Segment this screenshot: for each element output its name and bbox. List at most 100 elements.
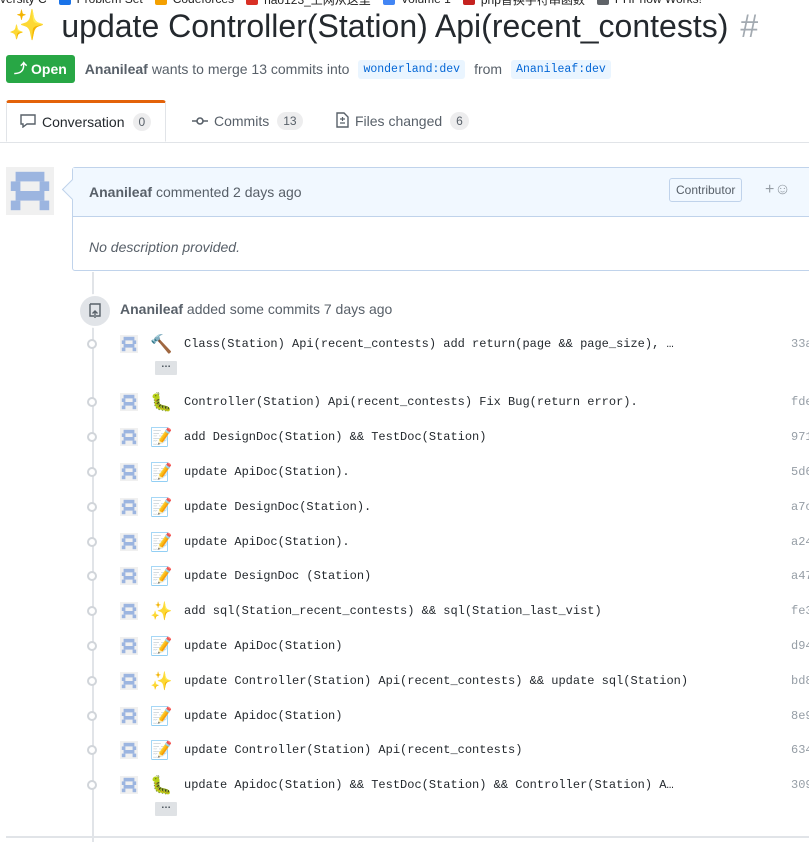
avatar[interactable] — [120, 672, 138, 690]
bookmark-label: Codeforces — [173, 0, 234, 6]
pull-request-icon: ⤴ — [14, 61, 28, 76]
avatar[interactable] — [120, 498, 138, 516]
commit-message-link[interactable]: update Controller(Station) Api(recent_co… — [184, 674, 688, 688]
commit-message-link[interactable]: update DesignDoc(Station). — [184, 500, 371, 514]
divider — [6, 836, 809, 838]
commit-dot-icon — [87, 711, 97, 721]
bookmark-label: versity C — [0, 0, 47, 6]
head-branch[interactable]: Ananileaf:dev — [511, 59, 611, 79]
bookmark-item[interactable]: PHPnow Works! — [596, 0, 702, 6]
tab-label: Conversation — [42, 114, 125, 130]
bookmark-favicon-icon — [154, 0, 167, 5]
tab-conversation[interactable]: Conversation 0 — [6, 100, 167, 142]
commit-message-link[interactable]: add DesignDoc(Station) && TestDoc(Statio… — [184, 430, 486, 444]
commit-message-link[interactable]: update ApiDoc(Station). — [184, 535, 350, 549]
bookmark-label: php替换字符串函数 — [481, 0, 585, 8]
memo-icon: 📝 — [150, 740, 173, 760]
avatar[interactable] — [120, 428, 138, 446]
commit-icon — [192, 113, 208, 129]
commit-message-link[interactable]: update ApiDoc(Station) — [184, 639, 342, 653]
comment-author-link[interactable]: Ananileaf — [89, 184, 152, 200]
commit-sha-link[interactable]: bd8 — [791, 674, 809, 688]
memo-icon: 📝 — [150, 497, 173, 517]
avatar[interactable] — [120, 533, 138, 551]
base-branch[interactable]: wonderland:dev — [358, 59, 466, 79]
commit-sha-link[interactable]: 634 — [791, 743, 809, 757]
commit-message-link[interactable]: update Apidoc(Station) — [184, 709, 342, 723]
push-action: added some commits 7 days ago — [186, 301, 393, 317]
comment-header: Ananileaf commented 2 days ago Contribut… — [61, 168, 809, 217]
commit-sha-link[interactable]: fe3 — [791, 604, 809, 618]
commit-dot-icon — [87, 676, 97, 686]
memo-icon: 📝 — [150, 427, 173, 447]
tab-files-changed[interactable]: Files changed 6 — [336, 100, 469, 142]
avatar[interactable] — [6, 167, 54, 215]
pr-meta: ⤴ Open Ananileaf wants to merge 13 commi… — [6, 55, 616, 83]
bookmark-favicon-icon — [246, 0, 259, 5]
comment-timestamp: commented 2 days ago — [156, 184, 302, 200]
commit-row: ✨ add sql(Station_recent_contests) && sql… — [0, 601, 809, 622]
commit-message-link[interactable]: update ApiDoc(Station). — [184, 465, 350, 479]
bookmark-favicon-icon — [462, 0, 475, 5]
commit-message-link[interactable]: update Apidoc(Station) && TestDoc(Statio… — [184, 778, 674, 792]
memo-icon: 📝 — [150, 566, 173, 586]
commit-sha-link[interactable]: 33a — [791, 337, 809, 351]
commit-row: 📝 update Controller(Station) Api(recent_c… — [0, 740, 809, 761]
tab-label: Commits — [214, 113, 270, 129]
commit-dot-icon — [87, 606, 97, 616]
commit-sha-link[interactable]: 8e9 — [791, 709, 809, 723]
bookmark-item[interactable]: php替换字符串函数 — [462, 0, 585, 8]
bookmark-item[interactable]: versity C — [0, 0, 47, 6]
bookmark-item[interactable]: Volume 1 — [382, 0, 451, 6]
memo-icon: 📝 — [150, 636, 173, 656]
bookmark-item[interactable]: Problem Set — [58, 0, 143, 6]
commit-sha-link[interactable]: a24 — [791, 535, 809, 549]
commit-row: 🔨 Class(Station) Api(recent_contests) add… — [0, 334, 809, 355]
pr-author-link[interactable]: Ananileaf — [85, 61, 148, 77]
commit-dot-icon — [87, 780, 97, 790]
commit-row: 📝 update DesignDoc (Station) a47 — [0, 566, 809, 587]
commit-message-link[interactable]: add sql(Station_recent_contests) && sql(… — [184, 604, 602, 618]
commit-message-link[interactable]: update Controller(Station) Api(recent_co… — [184, 743, 522, 757]
commit-sha-link[interactable]: a7c — [791, 500, 809, 514]
commit-message-link[interactable]: Controller(Station) Api(recent_contests)… — [184, 395, 638, 409]
tab-counter: 0 — [132, 113, 152, 131]
commit-sha-link[interactable]: 309 — [791, 778, 809, 792]
avatar[interactable] — [120, 335, 138, 353]
bookmark-item[interactable]: hao123_上网从这里 — [246, 0, 371, 8]
commit-row: 🐛 Controller(Station) Api(recent_contests… — [0, 392, 809, 413]
commit-message-link[interactable]: Class(Station) Api(recent_contests) add … — [184, 337, 674, 351]
tab-commits[interactable]: Commits 13 — [192, 100, 303, 142]
commit-dot-icon — [87, 397, 97, 407]
commit-dot-icon — [87, 467, 97, 477]
memo-icon: 📝 — [150, 462, 173, 482]
bookmark-item[interactable]: Codeforces — [154, 0, 234, 6]
commit-sha-link[interactable]: d94 — [791, 639, 809, 653]
repo-push-icon — [78, 294, 112, 328]
bookmarks-bar: versity C Problem Set Codeforces hao123_上网从… — [0, 0, 809, 7]
page-title: update Controller(Station) Api(recent_co… — [61, 8, 729, 44]
avatar[interactable] — [120, 741, 138, 759]
sparkles-icon: ✨ — [150, 601, 173, 621]
expand-commit-button[interactable]: … — [155, 801, 177, 816]
avatar[interactable] — [120, 463, 138, 481]
commit-sha-link[interactable]: a47 — [791, 569, 809, 583]
add-reaction-icon[interactable]: +☺ — [765, 181, 791, 199]
comment-icon — [20, 113, 36, 131]
avatar[interactable] — [120, 393, 138, 411]
comment-body: No description provided. — [89, 239, 240, 255]
push-author-link[interactable]: Ananileaf — [120, 301, 183, 317]
commit-dot-icon — [87, 432, 97, 442]
avatar[interactable] — [120, 776, 138, 794]
commit-message-link[interactable]: update DesignDoc (Station) — [184, 569, 371, 583]
commit-sha-link[interactable]: fde — [791, 395, 809, 409]
commit-sha-link[interactable]: 5d6 — [791, 465, 809, 479]
commit-sha-link[interactable]: 971 — [791, 430, 809, 444]
avatar[interactable] — [120, 602, 138, 620]
avatar[interactable] — [120, 707, 138, 725]
avatar[interactable] — [120, 567, 138, 585]
commit-row: 🐛 update Apidoc(Station) && TestDoc(Stati… — [0, 775, 809, 796]
expand-commit-button[interactable]: … — [155, 360, 177, 375]
avatar[interactable] — [120, 637, 138, 655]
commit-row: 📝 update DesignDoc(Station). a7c — [0, 497, 809, 518]
